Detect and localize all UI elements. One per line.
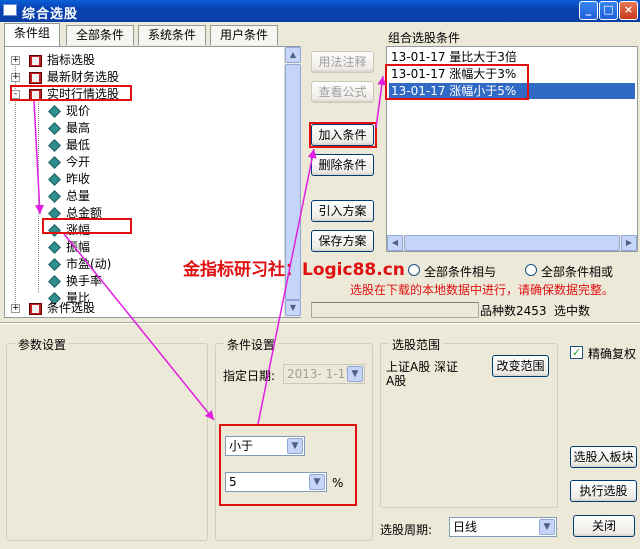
arrow-to-condition-input [63,233,215,421]
tab-condition-group[interactable]: 条件组 [4,23,60,46]
arrow-to-change-pct [33,100,45,215]
annotation-arrows [33,75,387,425]
arrow-to-conditions [375,75,387,129]
arrow-to-add-button [257,148,317,425]
